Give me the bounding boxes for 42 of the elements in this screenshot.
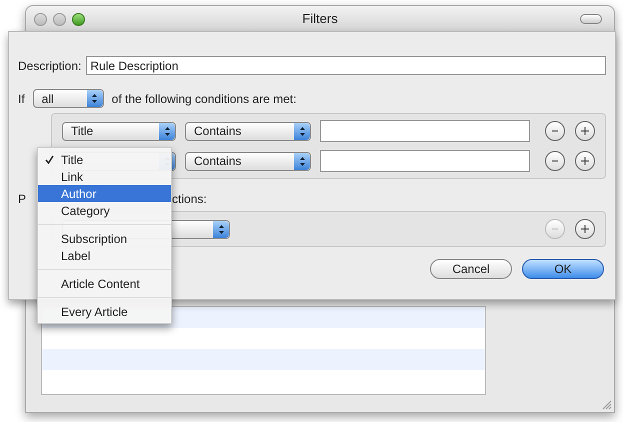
menu-item[interactable]: Label	[38, 247, 171, 264]
add-button[interactable]	[575, 219, 595, 239]
conditions-label: of the following conditions are met:	[112, 90, 296, 108]
add-button[interactable]	[575, 121, 595, 141]
toolbar-toggle-button[interactable]	[580, 14, 602, 24]
value-field[interactable]	[320, 120, 530, 142]
popup-button[interactable]: Contains	[185, 122, 311, 140]
cancel-button[interactable]: Cancel	[430, 259, 512, 279]
actions-label: ctions:	[172, 191, 207, 208]
up-down-arrows-icon	[91, 93, 98, 104]
value-field[interactable]	[320, 150, 530, 172]
window-title: Filters	[302, 10, 338, 28]
menu-item[interactable]: Article Content	[38, 275, 171, 292]
plus-icon	[581, 127, 589, 135]
checkmark-icon	[45, 155, 54, 164]
close-button[interactable]	[34, 12, 47, 26]
popup-button[interactable]: all	[32, 89, 104, 108]
menu-item[interactable]: Category	[38, 202, 171, 219]
remove-button[interactable]	[545, 121, 565, 141]
plus-icon	[581, 225, 589, 233]
menu-item[interactable]: Title	[38, 151, 171, 168]
popup-button[interactable]: Contains	[185, 152, 311, 170]
resize-grip-icon	[601, 399, 612, 410]
menu-item[interactable]: Link	[38, 168, 171, 185]
popup-button[interactable]: Title	[62, 122, 176, 140]
if-label: If	[18, 90, 25, 108]
menu-item[interactable]: Every Article	[38, 303, 171, 320]
description-field[interactable]: Rule Description	[86, 56, 606, 75]
zoom-button[interactable]	[72, 12, 85, 26]
actions-label: P	[18, 191, 26, 208]
menu-item[interactable]: Subscription	[38, 230, 171, 247]
description-label: Description:	[18, 58, 82, 74]
up-down-arrows-icon	[218, 224, 224, 234]
remove-button[interactable]	[545, 151, 565, 171]
up-down-arrows-icon	[298, 156, 306, 166]
menu-item[interactable]: Author	[38, 185, 171, 202]
up-down-arrows-icon	[298, 126, 306, 136]
up-down-arrows-icon	[164, 126, 170, 136]
minimize-button[interactable]	[53, 12, 66, 26]
add-button[interactable]	[575, 151, 595, 171]
plus-icon	[581, 157, 589, 165]
ok-button[interactable]: OK	[522, 259, 604, 279]
